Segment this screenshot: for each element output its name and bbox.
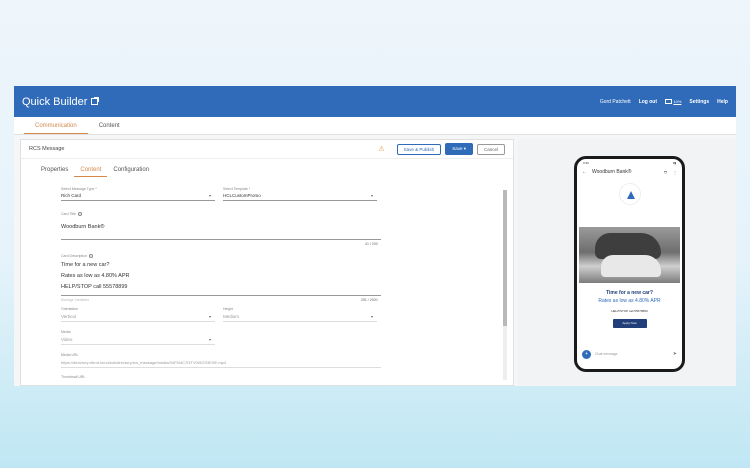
brand[interactable]: Quick Builder <box>22 95 100 108</box>
bank-logo-icon <box>618 183 641 205</box>
panel-header: RCS Message ⚠ Save & Publish Save ▾ Canc… <box>21 140 513 159</box>
info-icon <box>77 212 82 217</box>
shield-icon: ⛉ <box>664 169 667 175</box>
phone-card-subtitle: Rates as low as 4.80% APR <box>598 298 661 304</box>
chevron-down-icon[interactable]: ▾ <box>371 193 373 198</box>
height-label: Height <box>223 307 234 311</box>
card-title-label-text: Card Title <box>61 212 76 216</box>
chevron-down-icon[interactable]: ▾ <box>209 314 211 319</box>
card-media-image <box>579 227 680 283</box>
card-desc-label: Card Description <box>61 254 94 259</box>
message-type-select[interactable]: Rich Card <box>61 193 81 198</box>
user-name: Gord Patchett <box>599 98 631 105</box>
phone-header-actions: ⛉ ⋮ <box>664 170 677 175</box>
orientation-select[interactable]: Vertical <box>61 314 76 319</box>
tab-content-inner[interactable]: Content <box>74 167 108 177</box>
card-desc-line-3: HELP/STOP call 55578899 <box>61 284 128 290</box>
more-vert-icon: ⋮ <box>673 169 677 175</box>
card-desc-counter: 251 / 2000 <box>361 298 378 302</box>
template-underline <box>223 200 377 201</box>
content-area: RCS Message ⚠ Save & Publish Save ▾ Canc… <box>14 135 736 386</box>
tab-configuration[interactable]: Configuration <box>107 167 155 177</box>
message-type-underline <box>61 200 215 201</box>
media-url-underline <box>61 367 381 368</box>
tab-properties[interactable]: Properties <box>35 167 74 177</box>
external-link-icon[interactable] <box>91 97 100 105</box>
phone-card-title: Time for a new car? <box>606 290 653 296</box>
chat-input: Chat message <box>595 352 618 356</box>
car-shape <box>601 255 661 277</box>
messages-count: 10% <box>673 98 682 104</box>
signal-icon: ▾▮ <box>672 161 676 165</box>
card-desc-label-text: Card Description <box>61 254 88 258</box>
phone-card-help: HELP/STOP call 55578899 <box>611 309 648 313</box>
card-desc-line-2: Rates as low as 4.80% APR <box>61 273 130 279</box>
chevron-down-icon[interactable]: ▾ <box>209 193 211 198</box>
main-tabs: Communication Content <box>14 117 736 135</box>
card-desc-line-1: Time for a new car? <box>61 262 110 268</box>
phone-chat-bar: + Chat message ➤ <box>579 348 680 360</box>
logout-link[interactable]: Log out <box>639 99 657 105</box>
cancel-button[interactable]: Cancel <box>476 143 505 155</box>
app-window: Quick Builder Gord Patchett Log out 10% … <box>14 86 736 386</box>
settings-link[interactable]: Settings <box>689 99 709 105</box>
media-underline <box>61 344 215 345</box>
plus-icon: + <box>582 349 591 359</box>
phone-header: ← Woodburn Bank® ⛉ ⋮ <box>577 165 682 179</box>
card-desc-textarea[interactable]: Time for a new car? Rates as low as 4.80… <box>61 260 129 293</box>
scrollbar[interactable] <box>503 190 507 380</box>
help-link[interactable]: Help <box>717 99 728 105</box>
warning-icon[interactable]: ⚠ <box>378 145 384 153</box>
info-icon <box>89 254 94 259</box>
thumbnail-label: Thumbnail URL <box>61 375 86 379</box>
height-underline <box>223 321 377 322</box>
chevron-down-icon[interactable]: ▾ <box>209 337 211 342</box>
card-title-underline <box>61 239 381 240</box>
tab-communication[interactable]: Communication <box>24 123 88 134</box>
messages[interactable]: 10% <box>665 99 681 105</box>
card-desc-underline <box>61 295 381 296</box>
brand-title: Quick Builder <box>22 95 88 108</box>
phone-time: 9:30 <box>583 161 589 165</box>
chevron-down-icon[interactable]: ▾ <box>371 314 373 319</box>
top-bar: Quick Builder Gord Patchett Log out 10% … <box>14 86 736 117</box>
top-bar-actions: Gord Patchett Log out 10% Settings Help <box>600 99 728 105</box>
media-url-input[interactable]: https://directory.vibrnt.io/rcsbot/direc… <box>61 360 226 365</box>
panel-title: RCS Message <box>29 146 65 152</box>
inner-tabs: Properties Content Configuration <box>21 159 513 177</box>
card-title-input[interactable]: Woodburn Bank® <box>61 224 104 230</box>
preview-panel: 9:30 ▾▮ ← Woodburn Bank® ⛉ ⋮ Time for a … <box>518 139 736 386</box>
rich-card-preview: Time for a new car? Rates as low as 4.80… <box>579 227 680 328</box>
scrollbar-thumb[interactable] <box>503 190 507 326</box>
card-title-counter: 41 / 200 <box>365 242 378 246</box>
media-select[interactable]: Video <box>61 337 72 342</box>
height-select[interactable]: Medium <box>223 314 239 319</box>
manage-variables-link[interactable]: Manage Variables <box>61 298 89 302</box>
apply-now-button: Apply Now <box>612 319 647 328</box>
phone-bank-name: Woodburn Bank® <box>592 169 632 175</box>
phone-preview: 9:30 ▾▮ ← Woodburn Bank® ⛉ ⋮ Time for a … <box>574 156 685 372</box>
mail-icon <box>665 98 673 104</box>
send-icon: ➤ <box>672 351 677 357</box>
save-publish-button[interactable]: Save & Publish <box>396 143 442 155</box>
back-arrow-icon: ← <box>582 169 587 175</box>
orientation-label: Orientation <box>61 307 79 311</box>
template-label: Select Template * <box>223 187 251 191</box>
editor-panel: RCS Message ⚠ Save & Publish Save ▾ Canc… <box>20 139 514 386</box>
orientation-underline <box>61 321 215 322</box>
media-url-label: Media URL <box>61 353 79 357</box>
message-type-label: Select Message Type * <box>61 187 97 191</box>
save-button-label: Save <box>452 146 463 151</box>
media-label: Media <box>61 330 71 334</box>
tab-content[interactable]: Content <box>88 123 131 134</box>
template-select[interactable]: HCLCustomPromo <box>223 193 261 198</box>
card-title-label: Card Title <box>61 212 82 217</box>
save-button[interactable]: Save ▾ <box>445 143 473 155</box>
